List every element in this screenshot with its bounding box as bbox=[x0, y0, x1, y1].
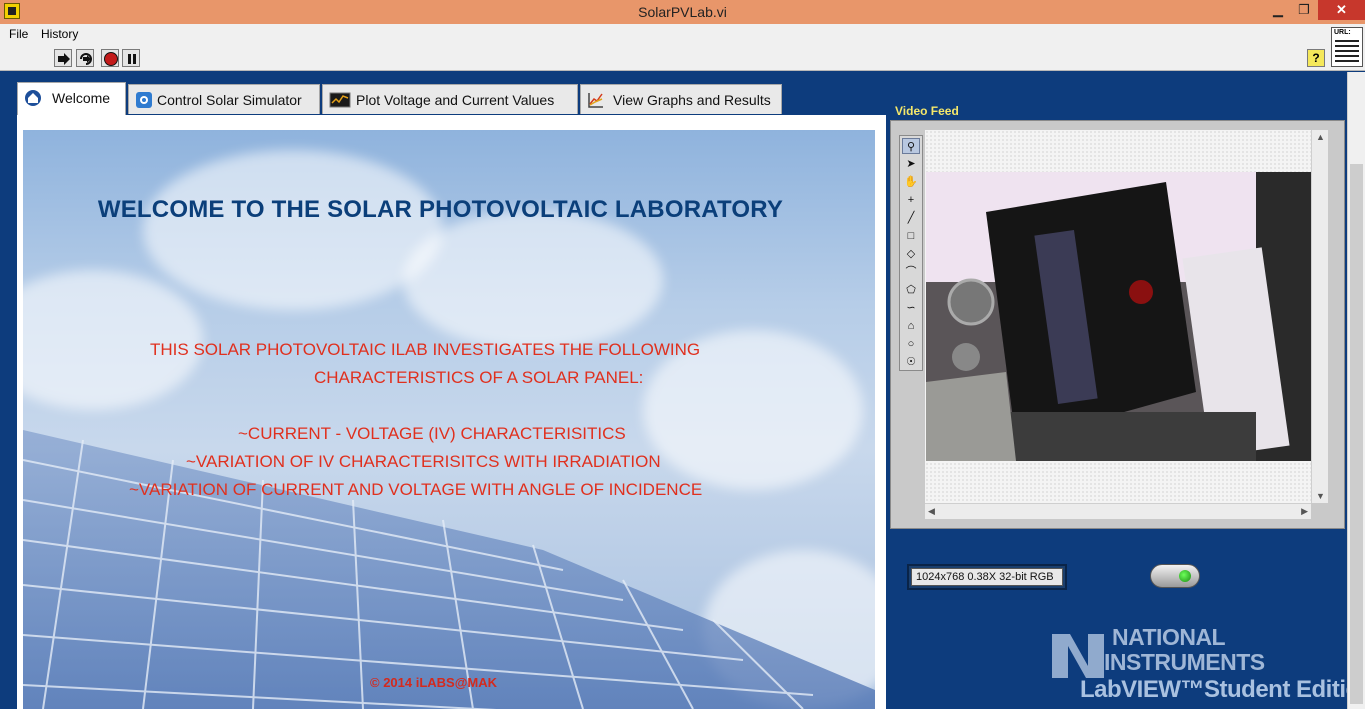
url-icon-label: URL: bbox=[1334, 29, 1351, 36]
run-arrow-icon bbox=[58, 53, 70, 65]
graph-icon bbox=[588, 93, 603, 108]
labview-edition-text: LabVIEW™Student Edition bbox=[1080, 676, 1365, 703]
ni-brand-line2: INSTRUMENTS bbox=[1104, 649, 1265, 675]
freehand-region-icon[interactable]: ☉ bbox=[902, 354, 920, 370]
minimize-button[interactable]: ▁ bbox=[1266, 0, 1290, 20]
rectangle-icon[interactable]: □ bbox=[902, 228, 920, 244]
annulus-icon[interactable]: ⌒ bbox=[902, 264, 920, 280]
window-titlebar: SolarPVLab.vi ▁ ❐ ✕ bbox=[0, 0, 1365, 24]
tab-view-graphs-results[interactable]: View Graphs and Results bbox=[580, 84, 782, 114]
copyright-text: © 2014 iLABS@MAK bbox=[370, 675, 498, 690]
close-button[interactable]: ✕ bbox=[1318, 0, 1365, 20]
front-panel-scrollbar[interactable] bbox=[1347, 72, 1365, 709]
run-continuously-icon bbox=[80, 53, 92, 65]
tab-plot-voltage-current[interactable]: Plot Voltage and Current Values bbox=[322, 84, 578, 114]
welcome-heading: WELCOME TO THE SOLAR PHOTOVOLTAIC LABORA… bbox=[97, 196, 784, 223]
video-feed-label: Video Feed bbox=[895, 104, 959, 118]
tab-label: Plot Voltage and Current Values bbox=[356, 92, 555, 108]
ni-labview-logo: NATIONAL INSTRUMENTS LabVIEW™Student Edi… bbox=[1048, 622, 1365, 709]
point-icon[interactable]: + bbox=[902, 192, 920, 208]
tab-label: Control Solar Simulator bbox=[157, 92, 302, 108]
tab-welcome[interactable]: Welcome bbox=[17, 82, 126, 116]
characteristic-item: ~CURRENT - VOLTAGE (IV) CHARACTERISITICS bbox=[238, 424, 626, 443]
freehand-icon[interactable]: ∽ bbox=[902, 300, 920, 316]
scrollbar-thumb[interactable] bbox=[1350, 164, 1363, 704]
pause-icon bbox=[128, 54, 136, 64]
rotated-rect-icon[interactable]: ◇ bbox=[902, 246, 920, 262]
tab-label: View Graphs and Results bbox=[613, 92, 771, 108]
tab-panel-welcome: WELCOME TO THE SOLAR PHOTOVOLTAIC LABORA… bbox=[17, 115, 886, 709]
simulator-icon bbox=[136, 92, 152, 108]
menu-bar: File History bbox=[0, 24, 1365, 44]
toolbar: ? bbox=[0, 44, 1365, 71]
window-title: SolarPVLab.vi bbox=[638, 4, 727, 20]
oscilloscope-icon bbox=[329, 92, 351, 108]
intro-line: THIS SOLAR PHOTOVOLTAIC ILAB INVESTIGATE… bbox=[150, 340, 701, 359]
pointer-icon[interactable]: ➤ bbox=[902, 156, 920, 172]
intro-line: CHARACTERISTICS OF A SOLAR PANEL: bbox=[314, 368, 644, 387]
run-button[interactable] bbox=[54, 49, 72, 67]
tab-strip: Welcome Control Solar Simulator Plot Vol… bbox=[17, 82, 887, 116]
tab-label: Welcome bbox=[52, 90, 111, 106]
maximize-button[interactable]: ❐ bbox=[1292, 0, 1316, 20]
menu-history[interactable]: History bbox=[41, 27, 78, 41]
line-icon[interactable]: ╱ bbox=[902, 210, 920, 226]
broken-line-icon[interactable]: ⌂ bbox=[902, 318, 920, 334]
video-vertical-scrollbar[interactable]: ▲ ▼ bbox=[1311, 130, 1328, 503]
oval-icon[interactable]: ○ bbox=[902, 336, 920, 352]
video-toggle-button[interactable] bbox=[1150, 564, 1200, 588]
context-help-button[interactable]: ? bbox=[1307, 49, 1325, 67]
tab-control-solar-simulator[interactable]: Control Solar Simulator bbox=[128, 84, 320, 114]
camera-frame-graphic bbox=[926, 172, 1311, 461]
menu-file[interactable]: File bbox=[9, 27, 28, 41]
abort-button[interactable] bbox=[101, 49, 119, 67]
polygon-icon[interactable]: ⬠ bbox=[902, 282, 920, 298]
url-vi-icon: URL: bbox=[1331, 27, 1363, 67]
solar-panel-background-image: WELCOME TO THE SOLAR PHOTOVOLTAIC LABORA… bbox=[23, 130, 875, 709]
zoom-icon[interactable]: ⚲ bbox=[902, 138, 920, 154]
characteristic-item: ~VARIATION OF CURRENT AND VOLTAGE WITH A… bbox=[129, 480, 703, 499]
abort-icon bbox=[104, 52, 118, 66]
pan-hand-icon[interactable]: ✋ bbox=[902, 174, 920, 190]
video-feed-image bbox=[926, 172, 1311, 461]
video-horizontal-scrollbar[interactable]: ◀ ▶ bbox=[925, 503, 1311, 519]
characteristic-item: ~VARIATION OF IV CHARACTERISITCS WITH IR… bbox=[186, 452, 661, 471]
ni-brand-line1: NATIONAL bbox=[1112, 624, 1226, 650]
home-icon bbox=[25, 90, 41, 106]
pause-button[interactable] bbox=[122, 49, 140, 67]
run-continuously-button[interactable] bbox=[76, 49, 94, 67]
image-info-readout: 1024x768 0.38X 32-bit RGB bbox=[907, 564, 1067, 590]
image-info-text: 1024x768 0.38X 32-bit RGB bbox=[911, 568, 1063, 586]
image-tools-palette: ⚲ ➤ ✋ + ╱ □ ◇ ⌒ ⬠ ∽ ⌂ ○ ☉ bbox=[899, 135, 923, 371]
